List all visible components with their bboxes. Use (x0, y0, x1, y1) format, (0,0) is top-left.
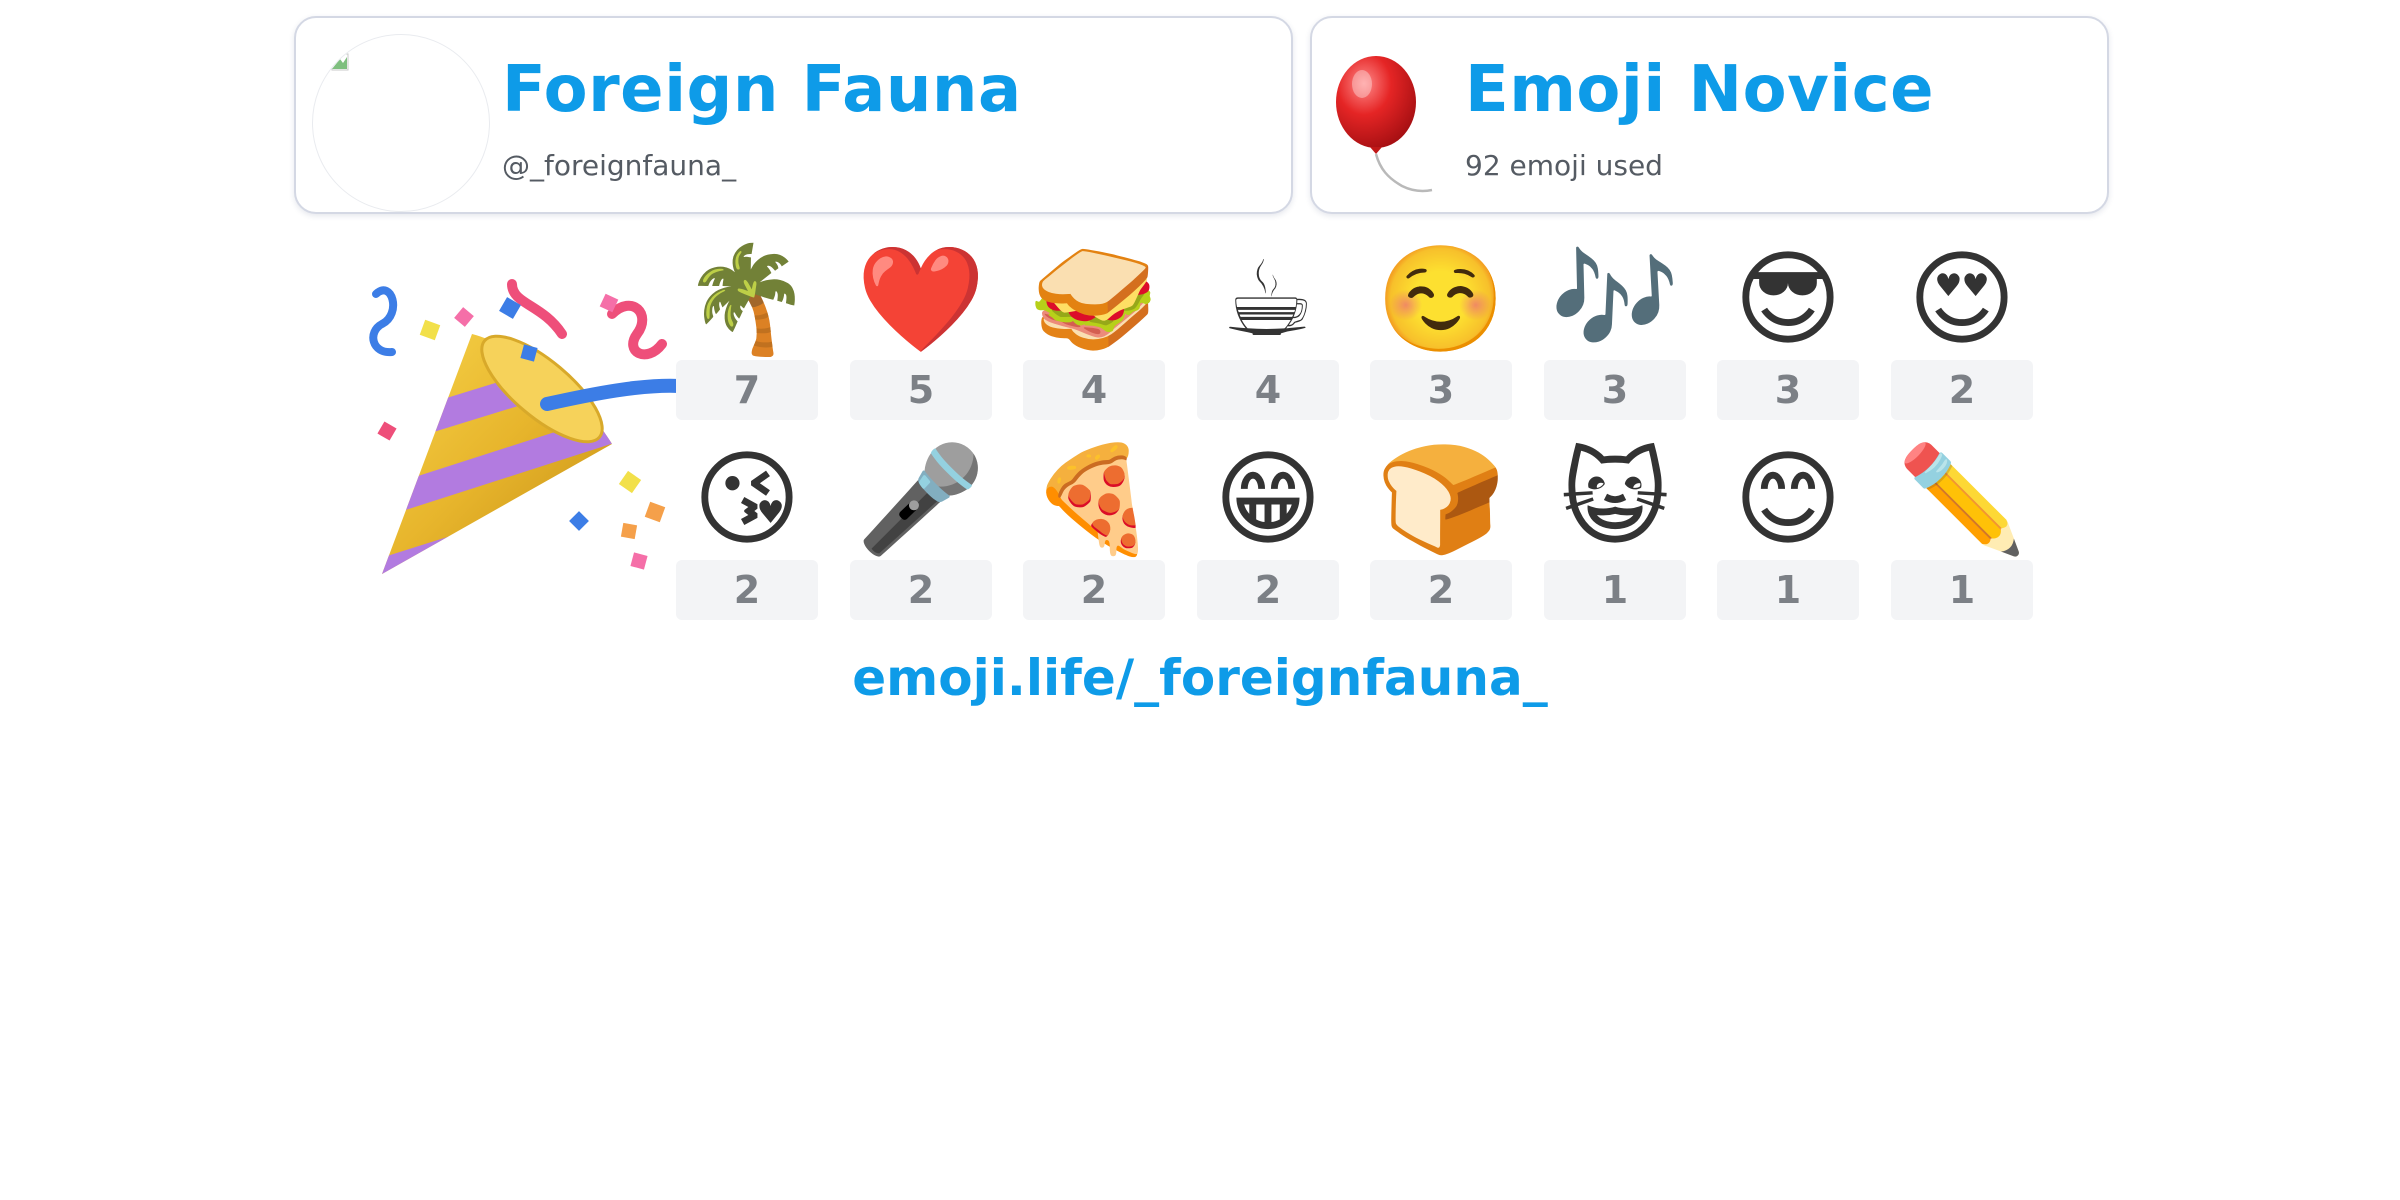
emoji-tile: 🍞 2 (1370, 436, 1512, 620)
emoji-count: 4 (1023, 360, 1165, 420)
musical-notes-icon: 🎶 (1550, 238, 1680, 360)
emoji-count: 5 (850, 360, 992, 420)
beaming-face-icon: 😁 (1213, 438, 1323, 560)
bread-icon: 🍞 (1376, 438, 1506, 560)
emoji-count: 4 (1197, 360, 1339, 420)
heart-eyes-face-icon: 😍 (1907, 238, 2017, 360)
emoji-count: 3 (1544, 360, 1686, 420)
emoji-count: 7 (676, 360, 818, 420)
sunglasses-face-icon: 😎 (1733, 238, 1843, 360)
grinning-cat-icon: 😺 (1560, 438, 1670, 560)
profile-handle[interactable]: @_foreignfauna_ (502, 152, 736, 180)
emoji-tile: 😺 1 (1544, 436, 1686, 620)
emoji-count: 3 (1370, 360, 1512, 420)
profile-name: Foreign Fauna (502, 53, 1022, 127)
emoji-count: 2 (676, 560, 818, 620)
sandwich-icon: 🥪 (1029, 238, 1159, 360)
red-heart-icon: ❤️ (856, 238, 986, 360)
microphone-icon: 🎤 (856, 438, 986, 560)
emoji-tile: 🥪 4 (1023, 236, 1165, 420)
emoji-tile: 😎 3 (1717, 236, 1859, 420)
emoji-tile: 😍 2 (1891, 236, 2033, 420)
party-popper-icon (369, 279, 682, 574)
broken-image-icon (331, 53, 349, 71)
emoji-count: 2 (1197, 560, 1339, 620)
avatar (312, 34, 490, 212)
emoji-tile: ☺️ 3 (1370, 236, 1512, 420)
emoji-tile: 🎤 2 (850, 436, 992, 620)
emoji-tile: ✏️ 1 (1891, 436, 2033, 620)
smiling-face-icon: ☺️ (1376, 238, 1506, 360)
pencil-icon: ✏️ (1897, 438, 2027, 560)
emoji-tile: 🍕 2 (1023, 436, 1165, 620)
hot-beverage-icon: ☕ (1221, 238, 1315, 360)
rank-title: Emoji Novice (1465, 53, 1935, 127)
emoji-used-count: 92 emoji used (1465, 149, 1663, 182)
emoji-count: 2 (850, 560, 992, 620)
emoji-grid: 🌴 7 ❤️ 5 🥪 4 ☕ 4 ☺️ 3 🎶 3 😎 3 😍 2 😘 2 🎤 2 🍕 2 😁 2 🍞 2 😺 1 😊 1 ✏️ 1 (676, 236, 2076, 626)
emoji-tile: 😁 2 (1197, 436, 1339, 620)
profile-card: Foreign Fauna @_foreignfauna_ (294, 16, 1293, 214)
palm-tree-icon: 🌴 (682, 238, 812, 360)
emoji-count: 1 (1544, 560, 1686, 620)
emoji-tile: 😘 2 (676, 436, 818, 620)
balloon-icon (1336, 56, 1433, 193)
emoji-tile: 🌴 7 (676, 236, 818, 420)
emoji-count: 2 (1023, 560, 1165, 620)
smiling-eyes-face-icon: 😊 (1733, 438, 1843, 560)
pizza-icon: 🍕 (1029, 438, 1159, 560)
emoji-tile: ❤️ 5 (850, 236, 992, 420)
emoji-count: 2 (1370, 560, 1512, 620)
page: Foreign Fauna @_foreignfauna_ Emoji Novi… (0, 0, 2400, 1200)
emoji-count: 1 (1717, 560, 1859, 620)
profile-link[interactable]: emoji.life/_foreignfauna_ (0, 648, 2400, 708)
emoji-count: 3 (1717, 360, 1859, 420)
rank-card: Emoji Novice 92 emoji used (1310, 16, 2109, 214)
emoji-tile: 😊 1 (1717, 436, 1859, 620)
emoji-tile: 🎶 3 (1544, 236, 1686, 420)
emoji-count: 2 (1891, 360, 2033, 420)
emoji-tile: ☕ 4 (1197, 236, 1339, 420)
face-blowing-kiss-icon: 😘 (692, 438, 802, 560)
emoji-count: 1 (1891, 560, 2033, 620)
